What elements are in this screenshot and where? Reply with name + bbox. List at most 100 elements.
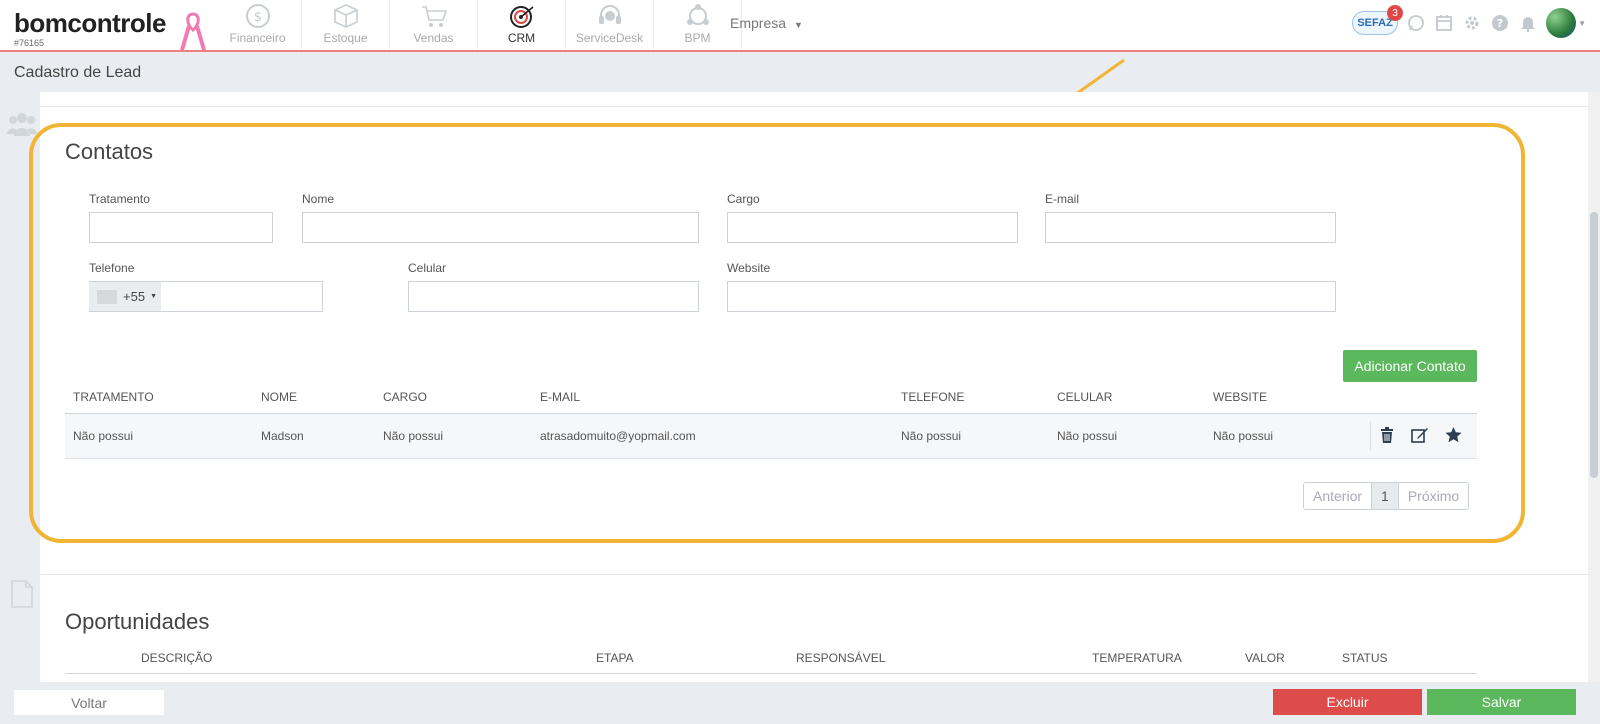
caret-down-icon: ▼ (150, 293, 157, 300)
opp-col-descricao: Descrição (141, 651, 213, 665)
delete-button[interactable]: Excluir (1273, 689, 1422, 715)
tratamento-label: Tratamento (89, 192, 150, 206)
pagination-page-1[interactable]: 1 (1372, 483, 1399, 509)
cell-nome: Madson (261, 429, 304, 443)
actions-separator (1370, 421, 1371, 451)
website-label: Website (727, 261, 771, 275)
cell-tratamento: Não possui (73, 429, 134, 443)
opportunities-heading: Oportunidades (65, 609, 210, 634)
company-selector[interactable]: Empresa ▼ (730, 15, 803, 31)
sefaz-label: SEFAZ (1357, 17, 1393, 29)
main-content (40, 92, 1588, 682)
col-header-nome: Nome (261, 390, 297, 404)
cell-website: Não possui (1213, 429, 1274, 443)
module-crm[interactable]: CRM (478, 0, 566, 50)
flag-icon (97, 289, 117, 304)
telefone-label: Telefone (89, 261, 135, 275)
col-header-email: E-mail (540, 390, 581, 404)
cell-cargo: Não possui (383, 429, 444, 443)
dollar-circle-icon: $ (245, 4, 270, 28)
pagination-prev[interactable]: Anterior (1304, 483, 1373, 509)
opp-col-valor: Valor (1245, 651, 1285, 665)
scrollbar-thumb[interactable] (1590, 212, 1598, 478)
email-input[interactable] (1045, 212, 1336, 243)
save-button[interactable]: Salvar (1427, 689, 1576, 715)
app-logo[interactable]: bomcontrole (14, 8, 166, 39)
document-icon (11, 580, 33, 608)
star-icon[interactable] (1444, 426, 1462, 444)
svg-text:?: ? (1497, 17, 1503, 30)
col-header-telefone: Telefone (901, 390, 965, 404)
opp-col-responsavel: Responsável (796, 651, 886, 665)
back-button[interactable]: Voltar (14, 690, 164, 715)
target-icon (509, 6, 534, 28)
contacts-heading: Contatos (65, 139, 154, 164)
whatsapp-icon[interactable] (1406, 13, 1426, 33)
cell-telefone: Não possui (901, 429, 962, 443)
module-label: Estoque (323, 31, 368, 45)
section-divider (40, 106, 1588, 107)
bell-icon[interactable] (1518, 13, 1538, 33)
cell-email: atrasadomuito@yopmail.com (540, 429, 696, 443)
module-label: BPM (684, 31, 711, 45)
opp-col-status: Status (1342, 651, 1388, 665)
col-header-cargo: Cargo (383, 390, 428, 404)
pink-ribbon-icon (180, 12, 206, 51)
tratamento-input[interactable] (89, 212, 273, 243)
users-icon (7, 113, 37, 136)
svg-text:$: $ (253, 10, 261, 25)
calendar-icon[interactable] (1434, 13, 1454, 33)
nome-input[interactable] (302, 212, 699, 243)
country-code-selector[interactable]: +55 ▼ (89, 282, 161, 311)
cargo-label: Cargo (727, 192, 760, 206)
caret-down-icon[interactable]: ▼ (1578, 19, 1586, 28)
section-divider (40, 574, 1588, 575)
trash-icon[interactable] (1378, 426, 1396, 444)
module-label: Financeiro (229, 31, 286, 45)
opp-col-temperatura: Temperatura (1092, 651, 1182, 665)
celular-input[interactable] (408, 281, 699, 312)
box-icon (333, 4, 358, 28)
module-nav: $ Financeiro Estoque Vendas CRM ServiceD… (214, 0, 742, 50)
opp-col-etapa: Etapa (596, 651, 634, 665)
caret-down-icon: ▼ (794, 20, 803, 30)
company-label: Empresa (730, 15, 787, 31)
gear-icon[interactable] (1462, 13, 1482, 33)
nome-label: Nome (302, 192, 335, 206)
country-code: +55 (123, 289, 146, 304)
top-bar: bomcontrole #76165 $ Financeiro Estoque … (0, 0, 1600, 52)
module-vendas[interactable]: Vendas (390, 0, 478, 50)
module-financeiro[interactable]: $ Financeiro (214, 0, 302, 50)
cell-celular: Não possui (1057, 429, 1118, 443)
module-servicedesk[interactable]: ServiceDesk (566, 0, 654, 50)
pagination: Anterior 1 Próximo (1303, 482, 1470, 510)
col-header-tratamento: Tratamento (73, 390, 154, 404)
sefaz-badge: 3 (1387, 5, 1404, 21)
user-avatar[interactable] (1546, 8, 1577, 38)
table-row-line (65, 458, 1477, 459)
module-label: CRM (507, 31, 536, 45)
add-contact-button[interactable]: Adicionar Contato (1343, 350, 1477, 382)
col-header-celular: Celular (1057, 390, 1113, 404)
cargo-input[interactable] (727, 212, 1018, 243)
headset-icon (598, 5, 621, 24)
sefaz-button[interactable]: SEFAZ 3 (1352, 5, 1404, 35)
col-header-website: Website (1213, 390, 1268, 404)
page-title: Cadastro de Lead (14, 64, 142, 81)
account-id: #76165 (14, 38, 45, 48)
pagination-next[interactable]: Próximo (1399, 483, 1468, 509)
module-bpm[interactable]: BPM (654, 0, 742, 50)
help-icon[interactable]: ? (1490, 13, 1510, 33)
cart-icon (421, 6, 447, 27)
opp-header-line (65, 673, 1477, 674)
process-icon (686, 4, 709, 25)
page-header: Cadastro de Lead (0, 54, 1600, 92)
website-input[interactable] (727, 281, 1336, 312)
module-estoque[interactable]: Estoque (302, 0, 390, 50)
footer-bar: Voltar Excluir Salvar (0, 682, 1600, 724)
module-label: Vendas (413, 31, 454, 45)
header-actions: SEFAZ 3 ? ▼ (1352, 5, 1586, 38)
module-label: ServiceDesk (575, 31, 644, 45)
email-label: E-mail (1045, 192, 1080, 206)
edit-icon[interactable] (1411, 426, 1429, 444)
